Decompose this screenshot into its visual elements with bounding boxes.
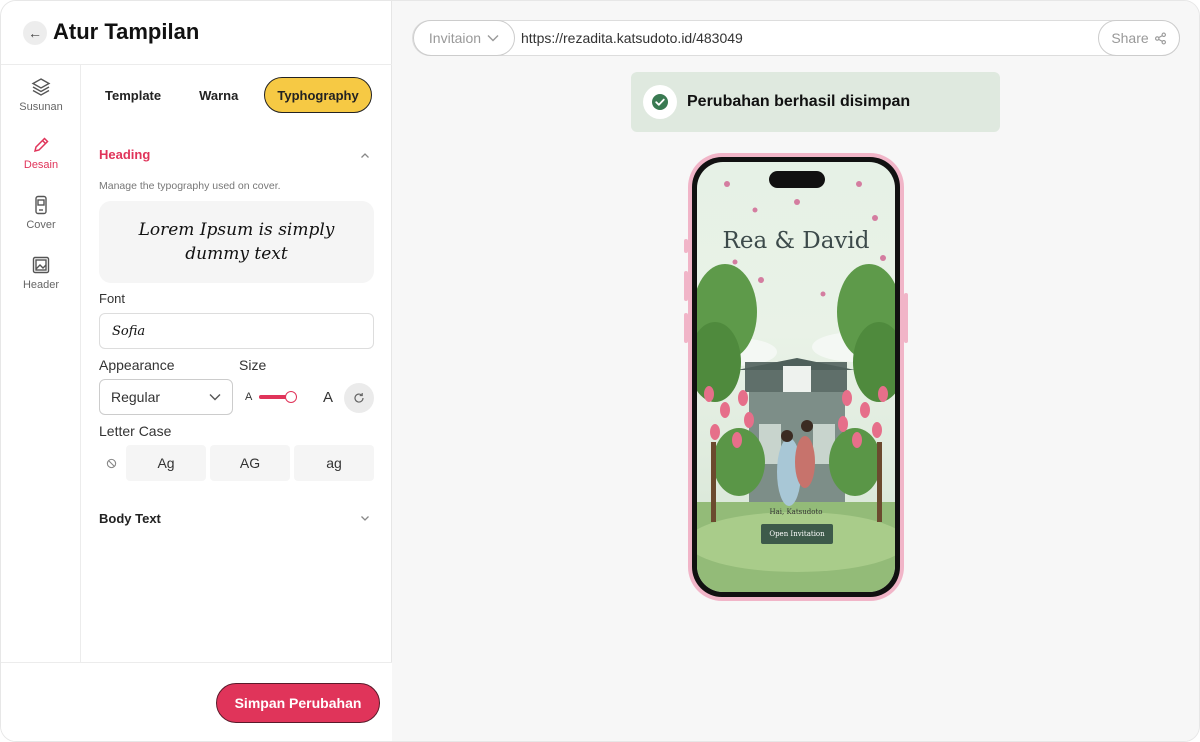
typography-settings: Template Warna Typhography Heading Manag…	[81, 65, 392, 662]
phone-preview: Rea & David Hai, Katsudoto Open Invitati…	[688, 153, 904, 601]
tab-typography[interactable]: Typhography	[264, 77, 372, 113]
open-invitation-button[interactable]: Open Invitation	[761, 524, 833, 544]
page-select-value: Invitaion	[428, 30, 482, 46]
save-changes-button[interactable]: Simpan Perubahan	[216, 683, 380, 723]
rail-item-cover[interactable]: Cover	[1, 195, 81, 231]
case-uppercase-button[interactable]: AG	[210, 445, 290, 481]
couple-names: Rea & David	[722, 228, 870, 254]
heading-section-toggle[interactable]: Heading	[99, 147, 150, 162]
dynamic-island	[769, 171, 825, 188]
page-title: Atur Tampilan	[53, 19, 200, 44]
chevron-up-icon[interactable]	[360, 151, 370, 161]
settings-panel: ← Atur Tampilan Susunan Desain Cover Hea…	[1, 1, 392, 741]
invitation-url[interactable]: https://rezadita.katsudoto.id/483049	[521, 30, 743, 46]
arrow-left-icon: ←	[28, 25, 42, 41]
success-toast: Perubahan berhasil disimpan	[631, 72, 1000, 132]
size-label: Size	[239, 357, 267, 373]
rail-label-susunan: Susunan	[19, 101, 63, 113]
heading-description: Manage the typography used on cover.	[99, 180, 281, 192]
url-bar: Invitaion https://rezadita.katsudoto.id/…	[412, 20, 1180, 56]
guest-greeting: Hai, Katsudoto	[769, 508, 823, 516]
size-slider[interactable]	[259, 391, 298, 403]
font-preview: Lorem Ipsum is simply dummy text	[99, 201, 374, 283]
app-window: ← Atur Tampilan Susunan Desain Cover Hea…	[0, 0, 1200, 742]
chevron-down-icon	[209, 394, 221, 401]
appearance-label: Appearance	[99, 357, 175, 373]
toast-message: Perubahan berhasil disimpan	[687, 93, 911, 110]
image-icon	[32, 256, 50, 274]
share-label: Share	[1111, 30, 1149, 46]
phone-side-button	[904, 293, 908, 343]
refresh-icon	[354, 393, 364, 403]
panel-header: ← Atur Tampilan	[1, 1, 392, 65]
font-label: Font	[99, 291, 126, 306]
case-none-button[interactable]	[99, 445, 123, 481]
rail-item-desain[interactable]: Desain	[1, 135, 81, 171]
size-max-label: A	[323, 389, 334, 406]
ban-icon	[106, 458, 116, 468]
rail-label-header: Header	[22, 279, 60, 291]
body-text-section-toggle[interactable]: Body Text	[99, 511, 161, 526]
layers-icon	[31, 78, 51, 96]
check-circle-icon	[652, 94, 668, 110]
rail-item-header[interactable]: Header	[1, 255, 81, 291]
rail-label-desain: Desain	[23, 159, 59, 171]
case-lowercase-button[interactable]: ag	[294, 445, 374, 481]
font-field[interactable]: Sofia	[99, 313, 374, 349]
share-button[interactable]: Share	[1098, 20, 1180, 56]
side-rail: Susunan Desain Cover Header	[1, 65, 81, 662]
tab-template[interactable]: Template	[93, 77, 173, 113]
rail-item-susunan[interactable]: Susunan	[1, 77, 81, 113]
chevron-down-icon	[487, 35, 499, 42]
pen-icon	[33, 137, 49, 153]
invitation-cover[interactable]: Rea & David Hai, Katsudoto Open Invitati…	[697, 162, 895, 592]
size-min-label: A	[245, 391, 253, 403]
reset-size-button[interactable]	[344, 383, 374, 413]
rail-label-cover: Cover	[26, 219, 56, 231]
phone-cover-icon	[35, 195, 47, 215]
size-slider-handle[interactable]	[285, 391, 298, 403]
letter-case-label: Letter Case	[99, 423, 172, 439]
phone-bezel: Rea & David Hai, Katsudoto Open Invitati…	[692, 157, 900, 597]
case-capitalize-button[interactable]: Ag	[126, 445, 206, 481]
toast-icon-wrap	[643, 85, 677, 119]
appearance-select[interactable]: Regular	[99, 379, 233, 415]
share-icon	[1154, 32, 1166, 44]
chevron-down-icon[interactable]	[360, 513, 370, 523]
page-select[interactable]: Invitaion	[413, 20, 515, 56]
preview-area: Invitaion https://rezadita.katsudoto.id/…	[392, 1, 1199, 741]
appearance-value: Regular	[111, 389, 161, 405]
back-button[interactable]: ←	[23, 21, 47, 45]
tab-warna[interactable]: Warna	[187, 77, 250, 113]
panel-footer: Simpan Perubahan	[1, 662, 392, 741]
settings-tabs: Template Warna Typhography	[93, 77, 386, 113]
